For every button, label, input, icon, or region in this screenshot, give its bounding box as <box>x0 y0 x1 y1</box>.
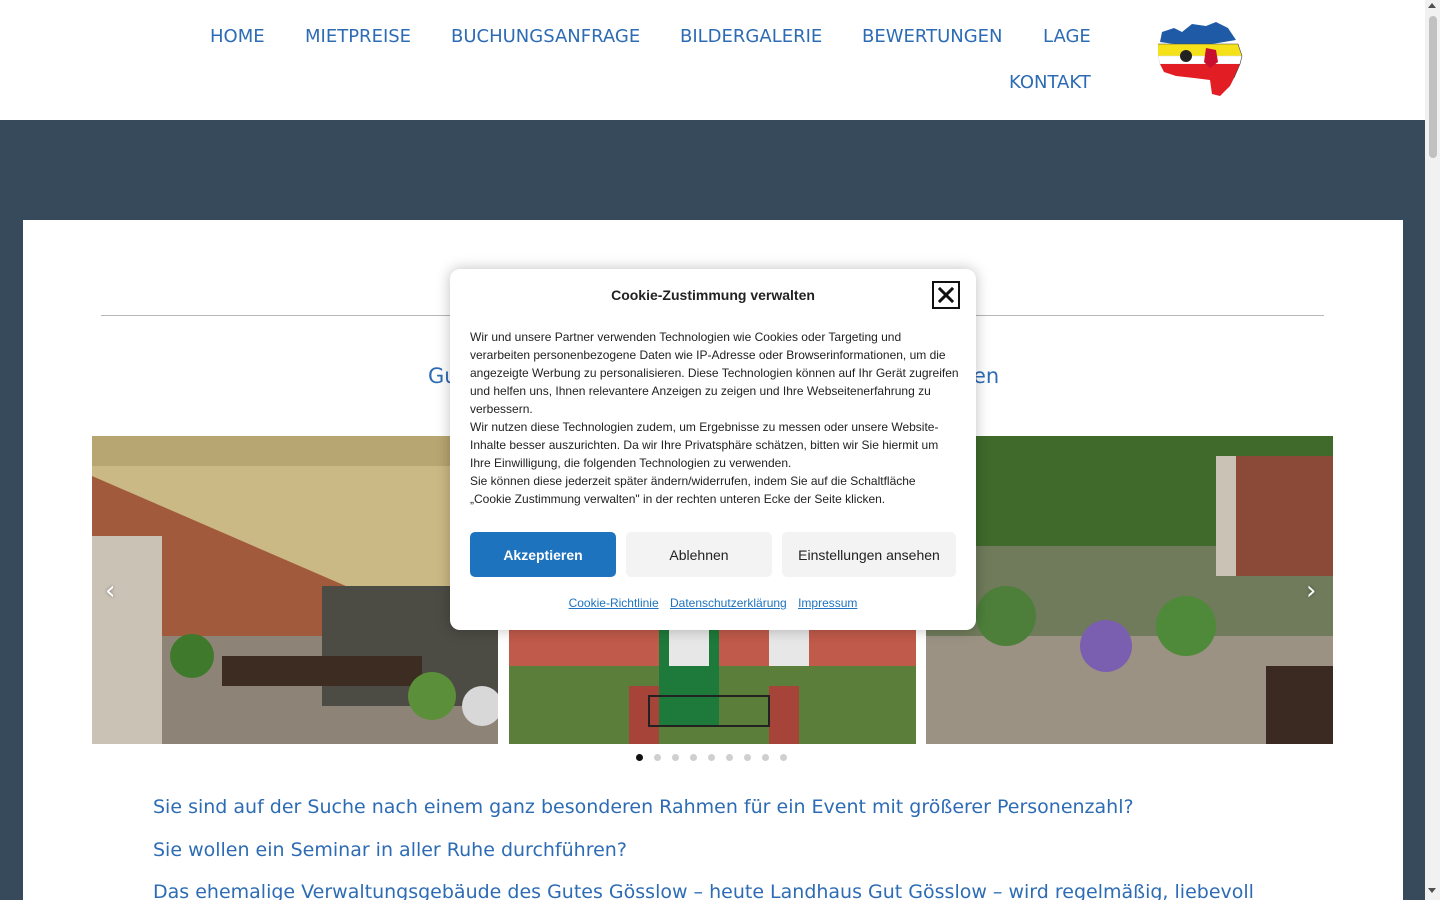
nav-lage[interactable]: LAGE <box>1043 26 1091 48</box>
cookie-text-paragraph-2: Wir nutzen diese Technologien zudem, um … <box>470 420 939 470</box>
mecklenburg-vorpommern-map-icon[interactable] <box>1154 20 1246 100</box>
chevron-left-icon: ‹ <box>105 576 116 606</box>
terrace-awning-photo <box>92 436 498 744</box>
view-settings-button[interactable]: Einstellungen ansehen <box>782 532 956 577</box>
subtitle-right-fragment: en <box>973 364 1000 388</box>
carousel-slide-terrace[interactable] <box>92 436 498 744</box>
nav-kontakt[interactable]: KONTAKT <box>1009 72 1091 94</box>
chevron-right-icon: › <box>1306 576 1317 606</box>
nav-bildergalerie[interactable]: BILDERGALERIE <box>680 26 822 48</box>
cookie-text-paragraph-1: Wir und unsere Partner verwenden Technol… <box>470 330 959 416</box>
nav-bewertungen[interactable]: BEWERTUNGEN <box>862 26 1003 48</box>
cookie-dialog-links: Cookie-Richtlinie Datenschutzerklärung I… <box>450 596 976 610</box>
cookie-dialog-text: Wir und unsere Partner verwenden Technol… <box>470 328 960 508</box>
deny-button[interactable]: Ablehnen <box>626 532 772 577</box>
carousel-slide-garden[interactable] <box>926 436 1333 744</box>
carousel-dot-4[interactable] <box>690 754 697 761</box>
intro-question-event: Sie sind auf der Suche nach einem ganz b… <box>153 796 1134 818</box>
intro-paragraph-house: Das ehemalige Verwaltungsgebäude des Gut… <box>153 881 1254 900</box>
carousel-dot-8[interactable] <box>762 754 769 761</box>
intro-question-seminar: Sie wollen ein Seminar in aller Ruhe dur… <box>153 839 627 861</box>
cookie-dialog-title: Cookie-Zustimmung verwalten <box>611 287 815 303</box>
carousel-dot-7[interactable] <box>744 754 751 761</box>
scrollbar-thumb[interactable] <box>1429 16 1437 158</box>
nav-home[interactable]: HOME <box>210 26 265 48</box>
carousel-prev-button[interactable]: ‹ <box>105 576 115 606</box>
garden-pond-photo <box>926 436 1333 744</box>
carousel-dot-6[interactable] <box>726 754 733 761</box>
cookie-consent-dialog: Cookie-Zustimmung verwalten Wir und unse… <box>450 269 976 630</box>
scroll-up-icon[interactable] <box>1428 3 1436 8</box>
carousel-dot-2[interactable] <box>654 754 661 761</box>
scroll-down-icon[interactable] <box>1428 888 1436 893</box>
imprint-link[interactable]: Impressum <box>798 596 857 610</box>
cookie-text-paragraph-3: Sie können diese jederzeit später ändern… <box>470 474 916 506</box>
close-button[interactable] <box>932 281 960 309</box>
nav-mietpreise[interactable]: MIETPREISE <box>305 26 411 48</box>
site-header: HOME MIETPREISE BUCHUNGSANFRAGE BILDERGA… <box>0 0 1425 120</box>
carousel-dot-9[interactable] <box>780 754 787 761</box>
carousel-dot-5[interactable] <box>708 754 715 761</box>
carousel-dot-1[interactable] <box>636 754 643 761</box>
nav-buchungsanfrage[interactable]: BUCHUNGSANFRAGE <box>451 26 640 48</box>
cookie-policy-link[interactable]: Cookie-Richtlinie <box>569 596 659 610</box>
accept-button[interactable]: Akzeptieren <box>470 532 616 577</box>
privacy-policy-link[interactable]: Datenschutzerklärung <box>670 596 787 610</box>
carousel-dot-3[interactable] <box>672 754 679 761</box>
carousel-next-button[interactable]: › <box>1306 576 1316 606</box>
close-icon <box>938 287 954 303</box>
